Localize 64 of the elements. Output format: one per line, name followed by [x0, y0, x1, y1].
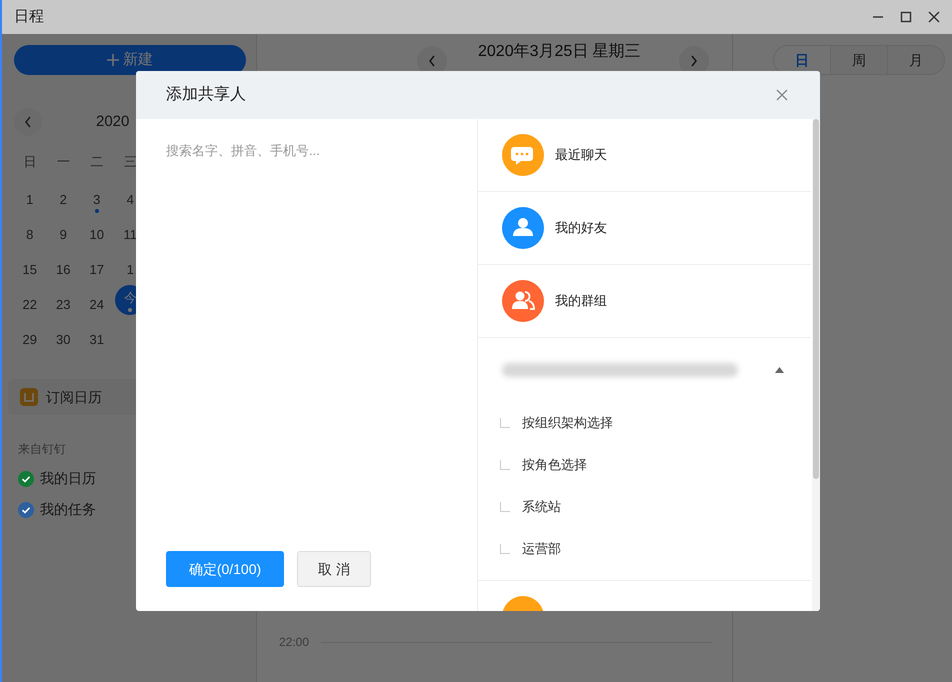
- weekday-label: 二: [90, 153, 104, 171]
- tree-branch-icon: [500, 502, 510, 512]
- date-cell[interactable]: 3: [93, 187, 100, 213]
- cancel-button[interactable]: 取 消: [297, 551, 371, 587]
- category-label: 我的好友: [555, 219, 607, 238]
- weekday-label: 一: [56, 153, 70, 171]
- org-item[interactable]: 系统站: [522, 497, 561, 517]
- new-button[interactable]: 新建: [14, 45, 246, 75]
- date-title: 2020年3月25日 星期三: [478, 42, 641, 62]
- org-item[interactable]: 按角色选择: [522, 455, 587, 475]
- date-cell[interactable]: 30: [56, 327, 70, 353]
- previous-month-button[interactable]: [14, 108, 42, 136]
- chevron-left-icon: [428, 55, 436, 67]
- tree-branch-icon: [500, 460, 510, 470]
- checkbox-icon[interactable]: [18, 502, 34, 518]
- maximize-icon[interactable]: [900, 11, 912, 23]
- weekday-label: 三: [124, 153, 137, 171]
- chevron-left-icon: [24, 116, 32, 128]
- date-cell[interactable]: 31: [90, 327, 104, 353]
- tree-branch-icon: [500, 418, 510, 428]
- section-label: 来自钉钉: [18, 441, 67, 458]
- date-cell[interactable]: 16: [56, 257, 70, 283]
- chevron-right-icon: [690, 55, 698, 67]
- category-row[interactable]: 我的群组: [478, 265, 811, 338]
- date-cell[interactable]: 24: [90, 292, 104, 318]
- close-icon[interactable]: [928, 11, 940, 23]
- search-field[interactable]: 搜索名字、拼音、手机号...: [166, 141, 447, 160]
- date-cell[interactable]: 10: [90, 222, 104, 248]
- category-label: 我的群组: [555, 292, 607, 310]
- date-cell[interactable]: 17: [90, 257, 104, 283]
- checkbox-icon[interactable]: [18, 470, 34, 486]
- close-icon: [776, 89, 788, 101]
- date-cell[interactable]: 2: [60, 187, 67, 213]
- plus-icon: [107, 54, 119, 66]
- dialog-title: 添加共享人: [166, 84, 246, 105]
- date-cell[interactable]: 9: [60, 222, 67, 248]
- category-label: 最近聊天: [555, 146, 607, 164]
- tree-branch-icon: [500, 544, 510, 554]
- org-item[interactable]: 按组织架构选择: [522, 413, 613, 433]
- calendar-label[interactable]: 我的日历: [40, 468, 96, 489]
- date-cell[interactable]: 11: [124, 222, 137, 248]
- date-cell[interactable]: 29: [22, 327, 37, 353]
- calendar-icon: [20, 388, 38, 406]
- confirm-button[interactable]: 确定(0/100): [166, 551, 284, 587]
- month-label: 2020: [96, 112, 130, 132]
- category-row[interactable]: 我的好友: [478, 192, 811, 265]
- date-cell[interactable]: 23: [56, 292, 70, 318]
- scrollbar-thumb[interactable]: [813, 119, 819, 479]
- category-row[interactable]: 最近聊天: [478, 119, 811, 192]
- window-title: 日程: [14, 6, 44, 27]
- org-item[interactable]: 运营部: [522, 539, 561, 559]
- date-cell[interactable]: 15: [22, 257, 37, 283]
- caret-up-icon[interactable]: [775, 367, 784, 373]
- date-cell[interactable]: 8: [26, 222, 34, 248]
- date-cell[interactable]: 4: [126, 187, 134, 213]
- weekday-label: 日: [23, 153, 36, 171]
- close-button[interactable]: [774, 87, 790, 103]
- date-cell[interactable]: 1: [126, 257, 134, 283]
- view-tab[interactable]: 日: [774, 46, 830, 74]
- date-cell[interactable]: 22: [22, 292, 37, 318]
- view-tab[interactable]: 月: [887, 46, 944, 74]
- date-cell[interactable]: 1: [26, 187, 34, 213]
- calendar-label[interactable]: 我的任务: [40, 499, 96, 520]
- view-tab[interactable]: 周: [830, 46, 887, 74]
